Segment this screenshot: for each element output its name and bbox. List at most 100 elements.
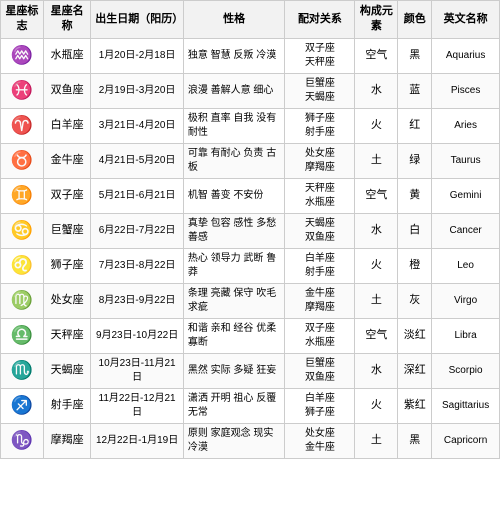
zodiac-character: 黑然 实际 多疑 狂妄 [183,353,285,388]
table-row: ♋巨蟹座6月22日-7月22日真挚 包容 感性 多愁善感天蝎座 双鱼座水白Can… [1,213,500,248]
zodiac-match: 白羊座 狮子座 [285,388,355,423]
zodiac-color: 淡红 [398,318,432,353]
zodiac-name: 射手座 [43,388,90,423]
table-header: 星座标志星座名称出生日期（阳历）性格配对关系构成元素颜色英文名称 [1,1,500,39]
zodiac-match: 处女座 金牛座 [285,423,355,458]
zodiac-match: 双子座 天秤座 [285,38,355,73]
zodiac-element: 空气 [355,318,398,353]
zodiac-english-name: Virgo [432,283,500,318]
zodiac-character: 机智 善变 不安份 [183,178,285,213]
column-header-7: 英文名称 [432,1,500,39]
column-header-5: 构成元素 [355,1,398,39]
table-row: ♌狮子座7月23日-8月22日热心 领导力 武断 鲁莽白羊座 射手座火橙Leo [1,248,500,283]
table-row: ♎天秤座9月23日-10月22日和谐 亲和 经谷 优柔寡断双子座 水瓶座空气淡红… [1,318,500,353]
zodiac-match: 白羊座 射手座 [285,248,355,283]
zodiac-match: 金牛座 摩羯座 [285,283,355,318]
zodiac-name: 双鱼座 [43,73,90,108]
zodiac-name: 巨蟹座 [43,213,90,248]
zodiac-element: 空气 [355,178,398,213]
zodiac-date: 2月19日-3月20日 [91,73,184,108]
zodiac-name: 天蝎座 [43,353,90,388]
zodiac-symbol: ♌ [1,248,44,283]
zodiac-date: 7月23日-8月22日 [91,248,184,283]
zodiac-symbol: ♎ [1,318,44,353]
column-header-4: 配对关系 [285,1,355,39]
zodiac-color: 紫红 [398,388,432,423]
column-header-2: 出生日期（阳历） [91,1,184,39]
zodiac-element: 火 [355,108,398,143]
table-row: ♈白羊座3月21日-4月20日极积 直率 自我 没有耐性狮子座 射手座火红Ari… [1,108,500,143]
zodiac-english-name: Gemini [432,178,500,213]
zodiac-character: 热心 领导力 武断 鲁莽 [183,248,285,283]
zodiac-symbol: ♑ [1,423,44,458]
table-row: ♉金牛座4月21日-5月20日可靠 有耐心 负责 古板处女座 摩羯座土绿Taur… [1,143,500,178]
column-header-0: 星座标志 [1,1,44,39]
zodiac-name: 摩羯座 [43,423,90,458]
zodiac-date: 8月23日-9月22日 [91,283,184,318]
zodiac-element: 火 [355,248,398,283]
zodiac-name: 双子座 [43,178,90,213]
zodiac-match: 狮子座 射手座 [285,108,355,143]
table-row: ♊双子座5月21日-6月21日机智 善变 不安份天秤座 水瓶座空气黄Gemini [1,178,500,213]
column-header-6: 颜色 [398,1,432,39]
zodiac-date: 1月20日-2月18日 [91,38,184,73]
zodiac-table: 星座标志星座名称出生日期（阳历）性格配对关系构成元素颜色英文名称 ♒水瓶座1月2… [0,0,500,459]
zodiac-character: 独意 智慧 反叛 冷漠 [183,38,285,73]
zodiac-date: 11月22日-12月21日 [91,388,184,423]
zodiac-english-name: Sagittarius [432,388,500,423]
zodiac-color: 黑 [398,423,432,458]
zodiac-element: 水 [355,73,398,108]
zodiac-character: 潇洒 开明 祖心 反覆无常 [183,388,285,423]
zodiac-match: 巨蟹座 天蝎座 [285,73,355,108]
zodiac-english-name: Aries [432,108,500,143]
table-row: ♒水瓶座1月20日-2月18日独意 智慧 反叛 冷漠双子座 天秤座空气黑Aqua… [1,38,500,73]
zodiac-match: 双子座 水瓶座 [285,318,355,353]
zodiac-english-name: Pisces [432,73,500,108]
zodiac-date: 10月23日-11月21日 [91,353,184,388]
zodiac-date: 3月21日-4月20日 [91,108,184,143]
zodiac-color: 绿 [398,143,432,178]
zodiac-color: 白 [398,213,432,248]
zodiac-color: 红 [398,108,432,143]
zodiac-character: 极积 直率 自我 没有耐性 [183,108,285,143]
zodiac-character: 浪漫 善解人意 细心 [183,73,285,108]
table-row: ♓双鱼座2月19日-3月20日浪漫 善解人意 细心巨蟹座 天蝎座水蓝Pisces [1,73,500,108]
table-row: ♏天蝎座10月23日-11月21日黑然 实际 多疑 狂妄巨蟹座 双鱼座水深红Sc… [1,353,500,388]
zodiac-color: 黄 [398,178,432,213]
zodiac-element: 水 [355,213,398,248]
zodiac-symbol: ♉ [1,143,44,178]
zodiac-date: 12月22日-1月19日 [91,423,184,458]
zodiac-symbol: ♋ [1,213,44,248]
table-row: ♐射手座11月22日-12月21日潇洒 开明 祖心 反覆无常白羊座 狮子座火紫红… [1,388,500,423]
zodiac-date: 6月22日-7月22日 [91,213,184,248]
zodiac-symbol: ♐ [1,388,44,423]
zodiac-name: 处女座 [43,283,90,318]
table-row: ♍处女座8月23日-9月22日条理 亮藏 保守 吹毛求疵金牛座 摩羯座土灰Vir… [1,283,500,318]
zodiac-english-name: Libra [432,318,500,353]
zodiac-match: 巨蟹座 双鱼座 [285,353,355,388]
zodiac-match: 处女座 摩羯座 [285,143,355,178]
zodiac-symbol: ♈ [1,108,44,143]
zodiac-element: 土 [355,143,398,178]
zodiac-name: 天秤座 [43,318,90,353]
zodiac-character: 条理 亮藏 保守 吹毛求疵 [183,283,285,318]
zodiac-match: 天秤座 水瓶座 [285,178,355,213]
table-row: ♑摩羯座12月22日-1月19日原则 家庭观念 现实 冷漠处女座 金牛座土黑Ca… [1,423,500,458]
zodiac-color: 深红 [398,353,432,388]
zodiac-symbol: ♍ [1,283,44,318]
zodiac-name: 水瓶座 [43,38,90,73]
zodiac-color: 蓝 [398,73,432,108]
zodiac-date: 4月21日-5月20日 [91,143,184,178]
zodiac-date: 5月21日-6月21日 [91,178,184,213]
zodiac-element: 火 [355,388,398,423]
zodiac-date: 9月23日-10月22日 [91,318,184,353]
zodiac-name: 金牛座 [43,143,90,178]
column-header-3: 性格 [183,1,285,39]
zodiac-name: 狮子座 [43,248,90,283]
zodiac-english-name: Aquarius [432,38,500,73]
zodiac-match: 天蝎座 双鱼座 [285,213,355,248]
zodiac-element: 水 [355,353,398,388]
zodiac-symbol: ♊ [1,178,44,213]
zodiac-symbol: ♏ [1,353,44,388]
zodiac-character: 和谐 亲和 经谷 优柔寡断 [183,318,285,353]
